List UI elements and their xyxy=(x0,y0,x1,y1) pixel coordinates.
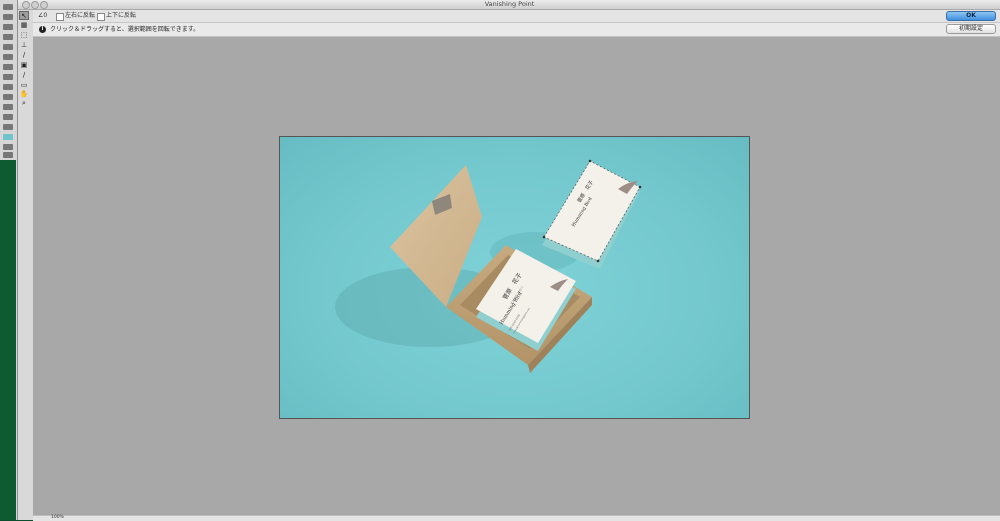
eyedropper-tool-icon[interactable] xyxy=(3,44,13,50)
flip-horizontal-label: 左右に反転 xyxy=(65,12,96,19)
preview-image: すがはら はなこ 菅原 花子 Humming Bird 000-0000-000… xyxy=(279,136,750,419)
tool-options-bar: ∠0 左右に反転 上下に反転 xyxy=(33,10,1000,23)
angle-icon: ∠0 xyxy=(38,12,48,19)
selection-handle[interactable] xyxy=(588,159,592,163)
mockup-illustration: すがはら はなこ 菅原 花子 Humming Bird 000-0000-000… xyxy=(335,159,642,373)
eraser-tool-icon[interactable] xyxy=(3,74,13,80)
info-icon: i xyxy=(39,26,46,33)
flip-horizontal-checkbox[interactable] xyxy=(56,13,64,21)
brush-tool-icon[interactable]: ∕ xyxy=(19,51,29,60)
hand-tool-icon[interactable]: ✋ xyxy=(19,90,29,99)
path-tool-icon[interactable] xyxy=(3,114,13,120)
stamp-tool-icon[interactable] xyxy=(3,64,13,70)
dialog-tool-column: ↖ ▦ ⬚ ⊥ ∕ ▣ ∕ ▭ ✋ ⌕ xyxy=(18,10,32,108)
flip-vertical-checkbox[interactable] xyxy=(97,13,105,21)
flip-vertical-label: 上下に反転 xyxy=(106,12,137,19)
brush-tool-icon[interactable] xyxy=(3,54,13,60)
pen-tool-icon[interactable] xyxy=(3,94,13,100)
edit-plane-tool-icon[interactable]: ↖ xyxy=(19,11,29,20)
selection-handle[interactable] xyxy=(596,259,600,263)
type-tool-icon[interactable] xyxy=(3,104,13,110)
move-tool-icon[interactable] xyxy=(3,4,13,10)
lasso-tool-icon[interactable] xyxy=(3,24,13,30)
info-bar: i クリック＆ドラッグすると、選択範囲を回転できます。 xyxy=(33,23,1000,37)
zoom-tool-icon[interactable]: ⌕ xyxy=(19,99,29,108)
status-bar: 100% xyxy=(33,515,1000,521)
marquee-tool-icon[interactable]: ⬚ xyxy=(19,31,29,40)
info-text: クリック＆ドラッグすると、選択範囲を回転できます。 xyxy=(50,26,200,33)
create-plane-tool-icon[interactable]: ▦ xyxy=(19,21,29,30)
transform-tool-icon[interactable]: ▣ xyxy=(19,61,29,70)
color-swatch[interactable] xyxy=(3,134,13,140)
stamp-tool-icon[interactable]: ⊥ xyxy=(19,41,29,50)
vanishing-point-dialog: Vanishing Point ↖ ▦ ⬚ ⊥ ∕ ▣ ∕ ▭ ✋ ⌕ ∠0 左… xyxy=(17,0,1000,521)
screen-mode-icon[interactable] xyxy=(3,152,13,158)
window-title: Vanishing Point xyxy=(484,0,535,8)
reset-button[interactable]: 初期設定 xyxy=(946,24,996,34)
measure-tool-icon[interactable]: ▭ xyxy=(19,81,29,90)
zoom-level[interactable]: 100% xyxy=(51,515,64,521)
hand-tool-icon[interactable] xyxy=(3,124,13,130)
selection-handle[interactable] xyxy=(542,235,546,239)
marquee-tool-icon[interactable] xyxy=(3,14,13,20)
quick-mask-icon[interactable] xyxy=(3,144,13,150)
ok-button[interactable]: OK xyxy=(946,11,996,21)
selection-handle[interactable] xyxy=(638,185,642,189)
document-background xyxy=(0,160,16,520)
photoshop-toolbar xyxy=(0,0,18,520)
crop-tool-icon[interactable] xyxy=(3,34,13,40)
gradient-tool-icon[interactable] xyxy=(3,84,13,90)
preview-canvas[interactable]: すがはら はなこ 菅原 花子 Humming Bird 000-0000-000… xyxy=(33,37,1000,515)
eyedropper-tool-icon[interactable]: ∕ xyxy=(19,71,29,80)
title-bar: Vanishing Point xyxy=(18,0,1000,10)
